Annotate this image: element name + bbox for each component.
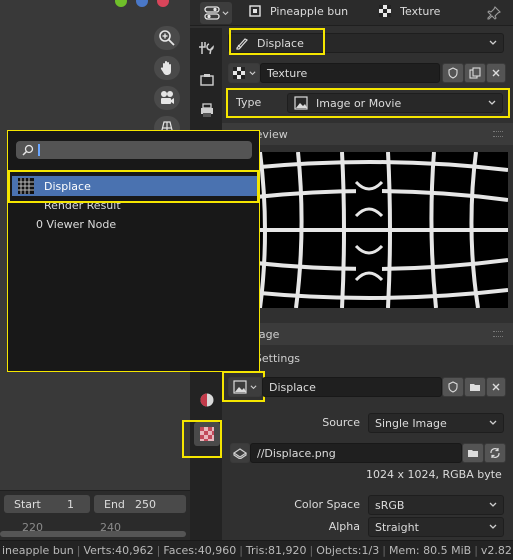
status-faces: Faces:40,960 xyxy=(163,544,237,557)
output-printer-icon xyxy=(201,103,213,117)
package-icon xyxy=(233,448,247,459)
image-info: 1024 x 1024, RGBA byte xyxy=(366,468,502,481)
start-frame-field[interactable]: Start 1 xyxy=(4,495,90,513)
texture-browse-button[interactable] xyxy=(228,63,260,83)
properties-header: Pineapple bun Texture xyxy=(190,0,513,26)
output-tab[interactable] xyxy=(194,98,220,122)
image-fake-user-button[interactable] xyxy=(442,377,464,397)
close-icon xyxy=(492,383,500,391)
status-objects: Objects:1/3 xyxy=(316,544,380,557)
start-value: 1 xyxy=(67,497,74,511)
tool-wrench-icon xyxy=(199,42,214,55)
image-browse-highlight xyxy=(222,371,265,402)
image-panel-header[interactable]: ▼ Image xyxy=(222,323,513,345)
drag-grip-icon[interactable] xyxy=(493,331,503,337)
chevron-down-icon xyxy=(489,420,497,425)
image-name: Displace xyxy=(269,380,316,394)
packed-file-button[interactable] xyxy=(230,443,250,463)
drag-grip-icon[interactable] xyxy=(493,131,503,137)
object-square-icon xyxy=(249,5,261,17)
pin-icon[interactable] xyxy=(487,6,501,20)
material-sphere-icon xyxy=(200,393,214,407)
status-verts: Verts:40,962 xyxy=(83,544,154,557)
shield-icon xyxy=(448,381,458,393)
popup-search-field[interactable] xyxy=(16,141,252,159)
image-source-value: Single Image xyxy=(375,416,447,430)
colorspace-value: sRGB xyxy=(375,498,405,512)
colorspace-dropdown[interactable]: sRGB xyxy=(368,495,504,515)
folder-icon xyxy=(468,450,478,457)
properties-editor-icon xyxy=(203,6,220,20)
zoom-icon[interactable] xyxy=(154,26,180,50)
unlink-image-button[interactable] xyxy=(486,377,506,397)
status-object: ineapple bun xyxy=(2,544,74,557)
image-search-popup: Displace Render Result 0 Viewer Node xyxy=(7,130,260,372)
camera-view-icon[interactable] xyxy=(154,86,180,110)
unlink-texture-button[interactable] xyxy=(486,63,506,83)
status-mem: Mem: 80.5 MiB xyxy=(388,544,472,557)
end-frame-field[interactable]: End 250 xyxy=(94,495,186,513)
filepath-field[interactable]: //Displace.png xyxy=(250,443,462,463)
timeline: Start 1 End 250 220 240 xyxy=(0,490,190,540)
pan-hand-icon[interactable] xyxy=(154,56,180,80)
search-icon xyxy=(22,144,34,156)
close-icon xyxy=(492,69,500,77)
render-tab[interactable] xyxy=(194,68,220,92)
popup-selection-highlight xyxy=(8,170,259,203)
modifier-highlight xyxy=(229,28,325,55)
status-tris: Tris:81,920 xyxy=(245,544,307,557)
gizmo-x-dot[interactable] xyxy=(157,0,169,7)
colorspace-label: Color Space xyxy=(294,498,360,511)
tool-tab[interactable] xyxy=(194,36,220,60)
breadcrumb-object: Pineapple bun xyxy=(270,4,349,18)
editor-type-button[interactable] xyxy=(200,2,232,24)
chevron-down-icon xyxy=(221,10,229,15)
material-tab[interactable] xyxy=(194,388,220,412)
chevron-down-icon xyxy=(489,502,497,507)
text-caret xyxy=(38,144,40,156)
gizmo-y-dot[interactable] xyxy=(115,0,127,7)
copy-icon xyxy=(469,67,481,79)
chevron-down-icon xyxy=(249,70,256,75)
status-bar: ineapple bun | Verts:40,962 | Faces:40,960… xyxy=(0,540,513,560)
settings-subpanel-title: Settings xyxy=(254,351,301,365)
alpha-dropdown[interactable]: Straight xyxy=(368,517,504,537)
timeline-scrollbar[interactable] xyxy=(0,531,186,537)
reload-image-button[interactable] xyxy=(484,443,506,463)
start-label: Start xyxy=(14,497,41,511)
checker-icon xyxy=(233,67,245,79)
image-source-dropdown[interactable]: Single Image xyxy=(368,413,504,433)
popup-item-viewer-node[interactable]: 0 Viewer Node xyxy=(12,214,257,234)
browse-file-button[interactable] xyxy=(462,443,484,463)
image-name-field[interactable]: Displace xyxy=(262,377,442,397)
reload-icon xyxy=(490,448,500,458)
end-value: 250 xyxy=(135,497,156,511)
checker-icon xyxy=(379,5,392,17)
chevron-down-icon xyxy=(489,524,497,529)
texture-preview xyxy=(230,152,508,308)
status-version: v2.82.7 xyxy=(480,544,513,557)
duplicate-texture-button[interactable] xyxy=(464,63,486,83)
texture-tab-highlight xyxy=(182,420,222,458)
open-image-button[interactable] xyxy=(464,377,486,397)
end-label: End xyxy=(104,497,125,511)
breadcrumb-texture: Texture xyxy=(400,4,441,18)
gizmo-z-dot[interactable] xyxy=(136,0,148,7)
texture-name: Texture xyxy=(267,66,308,80)
breadcrumb: Pineapple bun Texture xyxy=(248,4,440,18)
alpha-value: Straight xyxy=(375,520,419,534)
shield-icon xyxy=(448,67,458,79)
preview-panel-header[interactable]: ▼ Preview xyxy=(222,123,513,145)
source-label: Source xyxy=(322,416,360,429)
fake-user-button[interactable] xyxy=(442,63,464,83)
type-highlight xyxy=(226,88,510,118)
chevron-down-icon xyxy=(489,40,497,45)
displacement-grid-preview xyxy=(230,152,508,308)
render-camera-icon xyxy=(200,74,214,86)
folder-icon xyxy=(470,384,480,391)
popup-item-label: 0 Viewer Node xyxy=(36,217,117,231)
texture-name-field[interactable]: Texture xyxy=(260,63,440,83)
filepath-value: //Displace.png xyxy=(257,446,336,460)
alpha-label: Alpha xyxy=(328,520,360,533)
